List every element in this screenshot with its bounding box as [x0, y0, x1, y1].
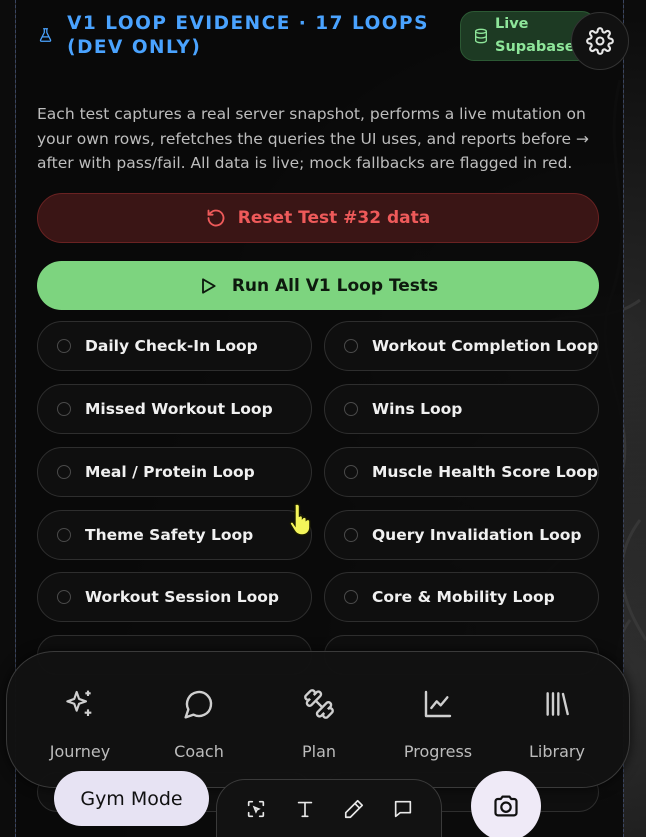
loop-label: Meal / Protein Loop — [85, 463, 255, 481]
annotation-toolbar — [216, 779, 442, 837]
loop-item[interactable]: Daily Check-In Loop — [37, 321, 312, 371]
text-tool-icon[interactable] — [294, 798, 316, 820]
badge-line-1: Live — [495, 16, 529, 32]
loop-status-radio — [344, 402, 358, 416]
gear-icon — [586, 27, 614, 55]
loop-status-radio — [57, 465, 71, 479]
loop-item[interactable]: Query Invalidation Loop — [324, 510, 599, 560]
database-icon — [475, 28, 487, 44]
nav-item-plan[interactable]: Plan — [269, 652, 369, 789]
loop-label: Theme Safety Loop — [85, 526, 254, 544]
loop-item[interactable]: Missed Workout Loop — [37, 384, 312, 434]
loop-status-radio — [57, 590, 71, 604]
loop-status-radio — [344, 590, 358, 604]
loop-label: Missed Workout Loop — [85, 400, 273, 418]
play-icon — [201, 277, 216, 294]
nav-label-progress: Progress — [403, 742, 473, 761]
run-all-tests-button[interactable]: Run All V1 Loop Tests — [37, 261, 599, 310]
line-chart-icon — [424, 690, 452, 718]
loop-item[interactable]: Theme Safety Loop — [37, 510, 312, 560]
nav-label-plan: Plan — [301, 742, 337, 761]
loop-label: Core & Mobility Loop — [372, 588, 555, 606]
loop-status-radio — [57, 339, 71, 353]
nav-item-library[interactable]: Library — [507, 652, 607, 789]
loop-label: Query Invalidation Loop — [372, 526, 582, 544]
reset-button-label: Reset Test #32 data — [237, 208, 431, 228]
reset-test-data-button[interactable]: Reset Test #32 data — [37, 193, 599, 243]
loop-item[interactable]: Core & Mobility Loop — [324, 572, 599, 622]
loop-label: Daily Check-In Loop — [85, 337, 258, 355]
loop-status-radio — [344, 528, 358, 542]
rotate-ccw-icon — [207, 209, 225, 227]
loop-label: Workout Completion Loop — [372, 337, 599, 355]
badge-line-2: Supabase — [495, 39, 575, 55]
nav-item-progress[interactable]: Progress — [388, 652, 488, 789]
nav-label-library: Library — [529, 742, 585, 761]
loop-status-radio — [57, 402, 71, 416]
loop-item[interactable]: Workout Session Loop — [37, 572, 312, 622]
panel-description: Each test captures a real server snapsho… — [37, 105, 589, 172]
loop-label: Workout Session Loop — [85, 588, 280, 606]
bottom-navigation: Journey Coach Plan Progress Library — [6, 651, 630, 788]
nav-label-coach: Coach — [174, 742, 224, 761]
hand-pointer-cursor — [289, 503, 311, 536]
loop-item[interactable]: Muscle Health Score Loop — [324, 447, 599, 497]
library-icon — [546, 692, 569, 716]
panel-header: V1 LOOP EVIDENCE · 17 LOOPS (DEV ONLY) — [38, 12, 448, 60]
select-region-icon[interactable] — [245, 798, 267, 820]
flask-icon — [39, 28, 52, 42]
loop-item[interactable]: Workout Completion Loop — [324, 321, 599, 371]
nav-label-journey: Journey — [49, 742, 111, 761]
nav-item-journey[interactable]: Journey — [30, 652, 130, 789]
loop-status-radio — [57, 528, 71, 542]
loop-label: Wins Loop — [372, 400, 463, 418]
pencil-icon[interactable] — [343, 798, 365, 820]
camera-icon — [494, 795, 518, 817]
loop-status-radio — [344, 465, 358, 479]
gym-mode-button[interactable]: Gym Mode — [54, 771, 209, 826]
sparkles-icon — [66, 690, 92, 716]
dumbbell-icon — [304, 689, 334, 719]
loop-item[interactable]: Meal / Protein Loop — [37, 447, 312, 497]
comment-icon[interactable] — [392, 798, 414, 820]
run-button-label: Run All V1 Loop Tests — [231, 275, 439, 296]
screenshot-camera-button[interactable] — [471, 771, 541, 837]
loop-item[interactable]: Wins Loop — [324, 384, 599, 434]
chat-bubble-icon — [184, 690, 213, 719]
loop-status-radio — [344, 339, 358, 353]
loop-label: Muscle Health Score Loop — [372, 463, 599, 481]
nav-item-coach[interactable]: Coach — [149, 652, 249, 789]
settings-button[interactable] — [571, 12, 629, 70]
panel-title: V1 LOOP EVIDENCE · 17 LOOPS (DEV ONLY) — [67, 13, 429, 58]
